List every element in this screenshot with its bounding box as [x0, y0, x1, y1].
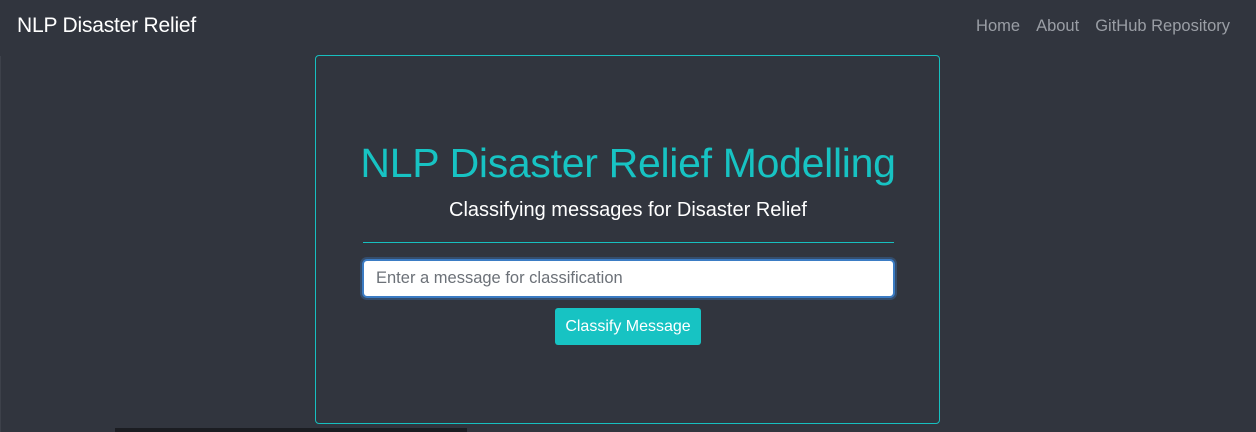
bottom-strip	[115, 428, 467, 432]
nav-links: Home About GitHub Repository	[976, 17, 1230, 36]
nav-link-home[interactable]: Home	[976, 17, 1020, 36]
classify-message-button[interactable]: Classify Message	[555, 308, 701, 345]
page-subtitle: Classifying messages for Disaster Relief	[449, 199, 807, 221]
navbar-brand[interactable]: NLP Disaster Relief	[17, 14, 196, 38]
nav-link-github-repository[interactable]: GitHub Repository	[1095, 17, 1230, 36]
message-input[interactable]	[362, 259, 895, 298]
nav-link-about[interactable]: About	[1036, 17, 1079, 36]
page-left-edge	[0, 56, 1, 432]
jumbotron-panel	[315, 55, 940, 424]
navbar: NLP Disaster Relief Home About GitHub Re…	[0, 0, 1256, 56]
page-title: NLP Disaster Relief Modelling	[360, 140, 896, 186]
divider	[363, 242, 894, 243]
